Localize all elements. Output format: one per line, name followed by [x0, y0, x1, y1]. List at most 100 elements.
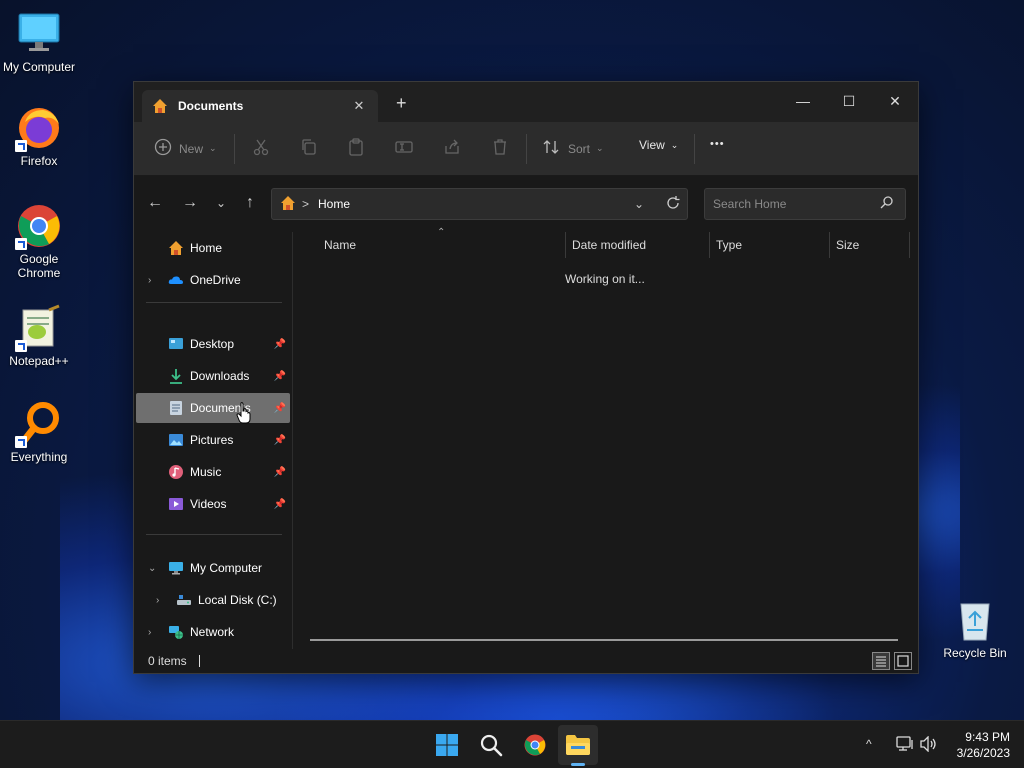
sort-icon	[542, 138, 560, 159]
chevron-right-icon[interactable]: ›	[148, 275, 151, 286]
start-windows-icon[interactable]	[433, 731, 461, 759]
hard-drive-icon	[176, 592, 192, 608]
chevron-down-icon[interactable]: ⌄	[148, 563, 156, 574]
tab-documents[interactable]: Documents ✕	[142, 90, 378, 122]
nav-item-documents[interactable]: Documents 📌	[136, 393, 290, 423]
close-button[interactable]: ✕	[872, 88, 918, 114]
cut-button[interactable]	[252, 138, 270, 159]
breadcrumb-home[interactable]: Home	[318, 197, 350, 211]
nav-item-desktop[interactable]: Desktop 📌	[136, 329, 290, 359]
nav-item-pictures[interactable]: Pictures 📌	[136, 425, 290, 455]
pin-icon[interactable]: 📌	[274, 467, 286, 478]
pin-icon[interactable]: 📌	[274, 435, 286, 446]
video-icon	[168, 496, 184, 512]
file-explorer-folder-icon[interactable]	[564, 731, 592, 759]
chevron-right-icon[interactable]: ›	[156, 595, 159, 606]
column-separator[interactable]	[565, 232, 566, 258]
column-separator[interactable]	[909, 232, 910, 258]
status-bar: 0 items	[134, 649, 918, 673]
desktop-icon-chrome[interactable]: Google Chrome	[0, 202, 78, 280]
desktop-icon-label: Everything	[10, 450, 68, 464]
search-icon[interactable]	[477, 731, 505, 759]
nav-item-local-disk[interactable]: › Local Disk (C:)	[136, 585, 290, 615]
delete-button[interactable]	[491, 138, 509, 159]
nav-item-my-computer[interactable]: ⌄ My Computer	[136, 553, 290, 583]
nav-label: Desktop	[190, 337, 235, 351]
nav-item-home[interactable]: Home	[136, 233, 290, 263]
more-options-button[interactable]: •••	[710, 138, 725, 150]
nav-item-onedrive[interactable]: › OneDrive	[136, 265, 290, 295]
nav-item-network[interactable]: › Network	[136, 617, 290, 647]
loading-message: Working on it...	[565, 272, 645, 286]
column-separator[interactable]	[709, 232, 710, 258]
address-history-chevron-icon[interactable]: ⌄	[634, 197, 644, 211]
up-arrow-icon[interactable]: ↑	[240, 194, 260, 212]
share-button[interactable]	[443, 138, 461, 159]
column-header-name[interactable]: Name	[324, 232, 356, 258]
chevron-down-icon: ⌄	[596, 143, 604, 153]
show-hidden-icons-chevron-icon[interactable]: ^	[866, 737, 872, 751]
system-clock[interactable]: 9:43 PM 3/26/2023	[957, 729, 1010, 761]
desktop-folder-icon	[168, 336, 184, 352]
column-label: Name	[324, 238, 357, 252]
desktop-icon-everything[interactable]: Everything	[0, 400, 78, 464]
nav-item-videos[interactable]: Videos 📌	[136, 489, 290, 519]
copy-button[interactable]	[300, 138, 318, 159]
column-header-type[interactable]: Type	[716, 232, 742, 258]
nav-label: My Computer	[190, 561, 263, 575]
forward-arrow-icon[interactable]: →	[180, 194, 200, 212]
view-button[interactable]: View ⌄	[639, 138, 678, 152]
horizontal-scrollbar[interactable]	[310, 639, 898, 641]
maximize-button[interactable]: ☐	[826, 88, 872, 114]
nav-item-music[interactable]: Music 📌	[136, 457, 290, 487]
chrome-icon[interactable]	[521, 731, 549, 759]
new-tab-button[interactable]: +	[396, 94, 407, 112]
nav-divider	[146, 302, 282, 303]
desktop-icon-label: Notepad++	[9, 354, 69, 368]
desktop-icon-label: My Computer	[2, 60, 76, 74]
network-monitor-icon[interactable]	[896, 736, 914, 755]
column-separator[interactable]	[829, 232, 830, 258]
nav-item-downloads[interactable]: Downloads 📌	[136, 361, 290, 391]
pin-icon[interactable]: 📌	[274, 499, 286, 510]
pin-icon[interactable]: 📌	[274, 371, 286, 382]
pane-splitter[interactable]	[292, 232, 293, 649]
view-label: View	[639, 138, 665, 152]
large-icons-view-icon[interactable]	[894, 652, 912, 670]
desktop-icon-my-computer[interactable]: My Computer	[0, 10, 78, 74]
search-box[interactable]	[704, 188, 906, 220]
column-header-date-modified[interactable]: Date modified	[572, 232, 646, 258]
search-icon[interactable]	[880, 196, 893, 212]
pin-icon[interactable]: 📌	[274, 339, 286, 350]
back-arrow-icon[interactable]: ←	[145, 194, 165, 212]
paste-button[interactable]	[347, 138, 365, 159]
sort-button[interactable]: Sort ⌄	[542, 138, 604, 159]
column-header-size[interactable]: Size	[836, 232, 859, 258]
chevron-right-icon[interactable]: ›	[148, 627, 151, 638]
recent-locations-chevron-icon[interactable]: ⌄	[211, 196, 231, 210]
details-view-icon[interactable]	[872, 652, 890, 670]
desktop-icon-recycle-bin[interactable]: Recycle Bin	[936, 596, 1014, 660]
minimize-button[interactable]: —	[780, 88, 826, 114]
status-divider	[198, 655, 200, 667]
rename-button[interactable]	[395, 138, 413, 159]
pin-icon[interactable]: 📌	[274, 403, 286, 414]
search-input[interactable]	[713, 197, 873, 211]
desktop-icon-firefox[interactable]: Firefox	[0, 104, 78, 168]
new-button[interactable]: New ⌄	[154, 138, 217, 159]
document-icon	[168, 400, 184, 416]
network-icon	[168, 624, 184, 640]
scissors-icon	[252, 138, 270, 159]
address-bar[interactable]: > Home ⌄	[271, 188, 688, 220]
nav-label: Network	[190, 625, 235, 639]
desktop-icon-notepadpp[interactable]: Notepad++	[0, 304, 78, 368]
sort-label: Sort	[568, 141, 591, 156]
volume-speaker-icon[interactable]	[920, 735, 938, 755]
refresh-icon[interactable]	[666, 195, 680, 213]
column-label: Date modified	[572, 238, 647, 252]
title-bar[interactable]: Documents ✕ + — ☐ ✕	[134, 82, 918, 122]
notepad-plus-plus-icon	[15, 304, 63, 352]
shortcut-arrow-icon	[15, 436, 27, 448]
nav-label: Local Disk (C:)	[198, 593, 277, 607]
tab-close-icon[interactable]: ✕	[350, 98, 368, 114]
